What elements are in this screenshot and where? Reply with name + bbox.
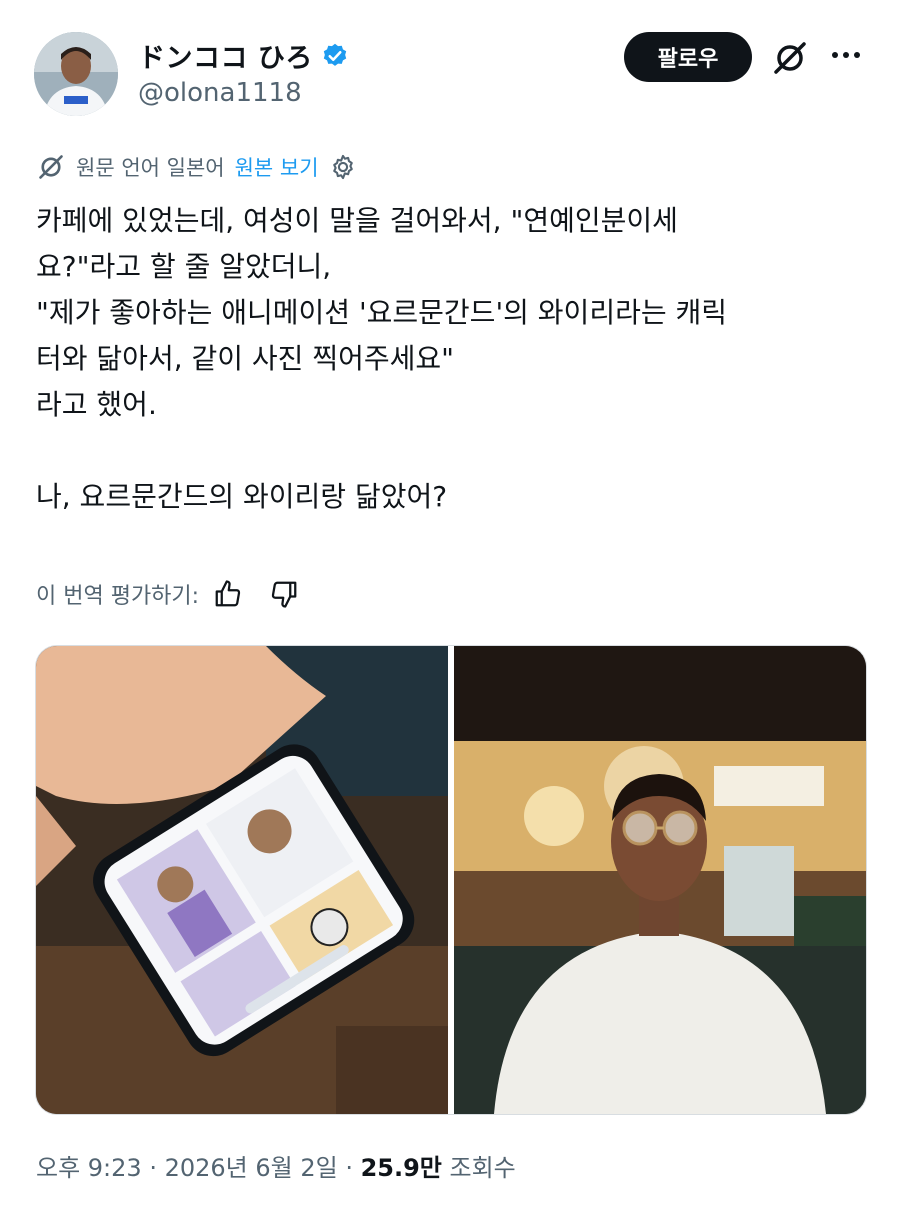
translation-source-note: 원문 언어 일본어 bbox=[76, 156, 225, 180]
meta-separator: · bbox=[337, 1154, 361, 1182]
rate-translation: 이 번역 평가하기: bbox=[36, 578, 299, 610]
photo-man-in-cafe[interactable] bbox=[454, 646, 866, 1114]
grok-icon[interactable] bbox=[770, 38, 810, 78]
media-gallery bbox=[35, 645, 867, 1115]
display-name[interactable]: ドンココ ひろ bbox=[138, 36, 313, 75]
post-date[interactable]: 2026년 6월 2일 bbox=[165, 1154, 338, 1182]
views-count: 25.9만 bbox=[360, 1154, 442, 1182]
grok-translate-icon bbox=[39, 155, 63, 179]
more-options-icon[interactable] bbox=[826, 40, 866, 70]
post-time[interactable]: 오후 9:23 bbox=[36, 1154, 142, 1182]
meta-separator: · bbox=[141, 1154, 165, 1182]
post-meta: 오후 9:23 · 2026년 6월 2일 · 25.9만 조회수 bbox=[36, 1148, 516, 1183]
rate-translation-label: 이 번역 평가하기: bbox=[36, 584, 200, 609]
views-label: 조회수 bbox=[441, 1154, 516, 1182]
show-original-link[interactable]: 원본 보기 bbox=[235, 152, 319, 182]
thumbs-down-icon[interactable] bbox=[269, 579, 299, 609]
gear-icon[interactable] bbox=[329, 153, 357, 181]
translation-bar: 원문 언어 일본어 원본 보기 bbox=[36, 152, 357, 182]
thumbs-up-icon[interactable] bbox=[213, 579, 243, 609]
verified-badge-icon bbox=[323, 43, 347, 66]
follow-button[interactable]: 팔로우 bbox=[624, 32, 752, 82]
post-text: 카페에 있었는데, 여성이 말을 걸어와서, "연예인분이세 요?"라고 할 줄… bbox=[36, 204, 728, 513]
avatar[interactable] bbox=[34, 32, 118, 116]
user-handle[interactable]: @olona1118 bbox=[138, 78, 302, 108]
photo-phone-screen[interactable] bbox=[36, 646, 448, 1114]
